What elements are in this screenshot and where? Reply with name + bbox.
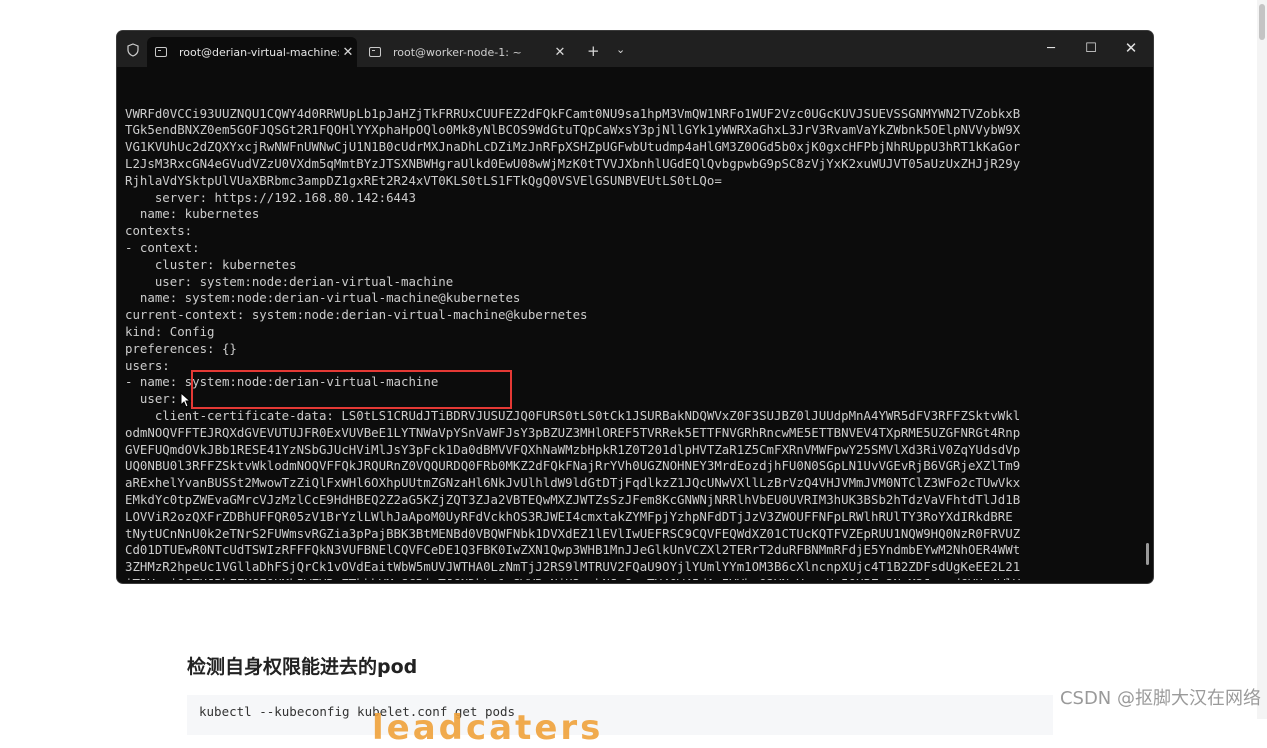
close-tab-icon[interactable]: ✕ (551, 45, 569, 60)
terminal-scrollbar[interactable] (1146, 543, 1149, 565)
mouse-cursor-icon (180, 392, 192, 408)
terminal-line: kind: Config (125, 323, 215, 339)
code-block: kubectl --kubeconfig kubelet.conf get po… (187, 695, 1053, 735)
terminal-line: contexts: (125, 223, 193, 239)
page-scrollbar-thumb[interactable] (1259, 4, 1265, 40)
new-tab-button[interactable]: + (587, 44, 600, 59)
terminal-window: root@derian-virtual-machine: ✕ root@work… (117, 31, 1153, 583)
shield-icon (127, 43, 139, 57)
terminal-line: user: system:node:derian-virtual-machine (125, 273, 454, 289)
tab-worker-node-1[interactable]: root@worker-node-1: ~ ✕ (361, 37, 571, 67)
terminal-line: VG1KVUhUc2dZQXYxcjRwNWFnUWNwCjU1N1B0cUdr… (125, 139, 1021, 155)
tab-label: root@derian-virtual-machine: (179, 45, 339, 59)
terminal-output[interactable]: VWRFd0VCCi93UUZNQU1CQWY4d0RRWUpLb1pJaHZj… (125, 72, 1130, 580)
highlight-annotation (191, 370, 512, 409)
terminal-icon (369, 47, 381, 57)
maximize-button[interactable]: ☐ (1081, 41, 1101, 56)
terminal-line: Cd01DTUEwR0NTcUdTSWIzRFFFQkN3VUFBNElCQVF… (125, 542, 1021, 558)
terminal-titlebar: root@derian-virtual-machine: ✕ root@work… (117, 31, 1153, 67)
terminal-icon (155, 47, 167, 57)
terminal-line: client-certificate-data: LS0tLS1CRUdJTiB… (125, 407, 1021, 423)
close-window-button[interactable]: ✕ (1121, 39, 1141, 57)
terminal-line: server: https://192.168.80.142:6443 (125, 189, 416, 205)
terminal-line: TGk5endBNXZ0em5GOFJQSGt2R1FQOHlYYXphaHpO… (125, 122, 1021, 138)
section-heading: 检测自身权限能进去的pod (187, 656, 418, 678)
terminal-line: UQ0NBU0l3RFFZSktvWklodmNOQVFFQkJRQURnZ0V… (125, 458, 1021, 474)
chevron-down-icon[interactable]: ⌄ (616, 43, 625, 56)
terminal-line: LOVViR2ozQXFrZDBhUFFQR05zV1BrYzlLWlhJaAp… (125, 508, 1013, 524)
tab-label: root@worker-node-1: ~ (393, 45, 522, 59)
terminal-line: 3ZHMzR2hpeUc1VGllaDhFSjQrCk1vOVdEaitWbW5… (125, 559, 1021, 575)
csdn-watermark: CSDN @抠脚大汉在网络 (1059, 688, 1261, 709)
terminal-line: L2JsM3RxcGN4eGVudVZzU0VXdm5qMmtBYzJTSXNB… (125, 155, 1021, 171)
terminal-line: preferences: {} (125, 340, 237, 356)
terminal-line: cluster: kubernetes (125, 256, 297, 272)
terminal-line: RjhlaVdYSktpUlVUaXBRbmc3ampDZ1gxREt2R24x… (125, 172, 722, 188)
overlay-text: leadcaters (372, 708, 604, 748)
terminal-line: current-context: system:node:derian-virt… (125, 307, 588, 323)
terminal-line: GVEFUQmdOVkJBb1RESE41YzNSbGJUcHViMlJsY3p… (125, 441, 1021, 457)
terminal-line: iT2Voai9OTHJRbFZMSE9HMk5WZVRvZThkbVMvSGR… (125, 576, 1130, 580)
terminal-line: VWRFd0VCCi93UUZNQU1CQWY4d0RRWUpLb1pJaHZj… (125, 105, 1021, 121)
terminal-line: - context: (125, 239, 200, 255)
terminal-line: odmNOQVFFTEJRQXdGVEVUTUJFR0ExVUVBeE1LYTN… (125, 424, 1021, 440)
terminal-line: name: kubernetes (125, 206, 260, 222)
terminal-line: aRExhelYvanBUSSt2MwowTzZiQlFxWHl6OXhpUUt… (125, 475, 1021, 491)
close-tab-icon[interactable]: ✕ (339, 45, 357, 60)
minimize-button[interactable]: ─ (1041, 41, 1061, 56)
terminal-line: EMkdYc0tpZWEvaGMrcVJzMzlCcE9HdHBEQ2Z2aG5… (125, 491, 1021, 507)
page-scrollbar[interactable] (1257, 0, 1267, 719)
tab-derian-virtual-machine[interactable]: root@derian-virtual-machine: ✕ (147, 37, 357, 67)
terminal-lines: VWRFd0VCCi93UUZNQU1CQWY4d0RRWUpLb1pJaHZj… (125, 106, 1130, 580)
terminal-line: name: system:node:derian-virtual-machine… (125, 290, 521, 306)
terminal-line: tNytUCnNnU0k2eTNrS2FUWmsvRGZia3pPajBBK3B… (125, 525, 1021, 541)
